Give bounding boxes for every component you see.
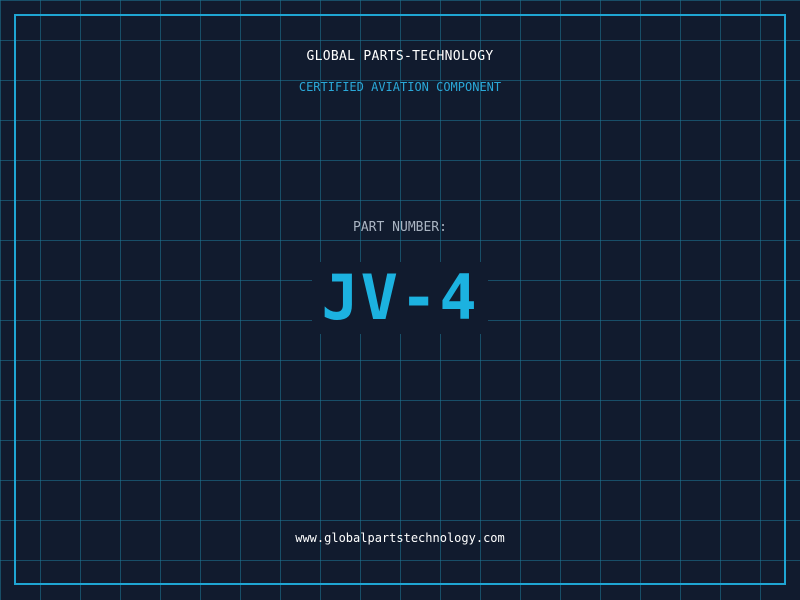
part-number-label: PART NUMBER: <box>353 220 447 235</box>
part-number-value: JV-4 <box>321 261 479 334</box>
website-url: www.globalpartstechnology.com <box>295 531 505 545</box>
certification-tagline: CERTIFIED AVIATION COMPONENT <box>298 80 502 94</box>
company-name: GLOBAL PARTS-TECHNOLOGY <box>306 49 494 64</box>
